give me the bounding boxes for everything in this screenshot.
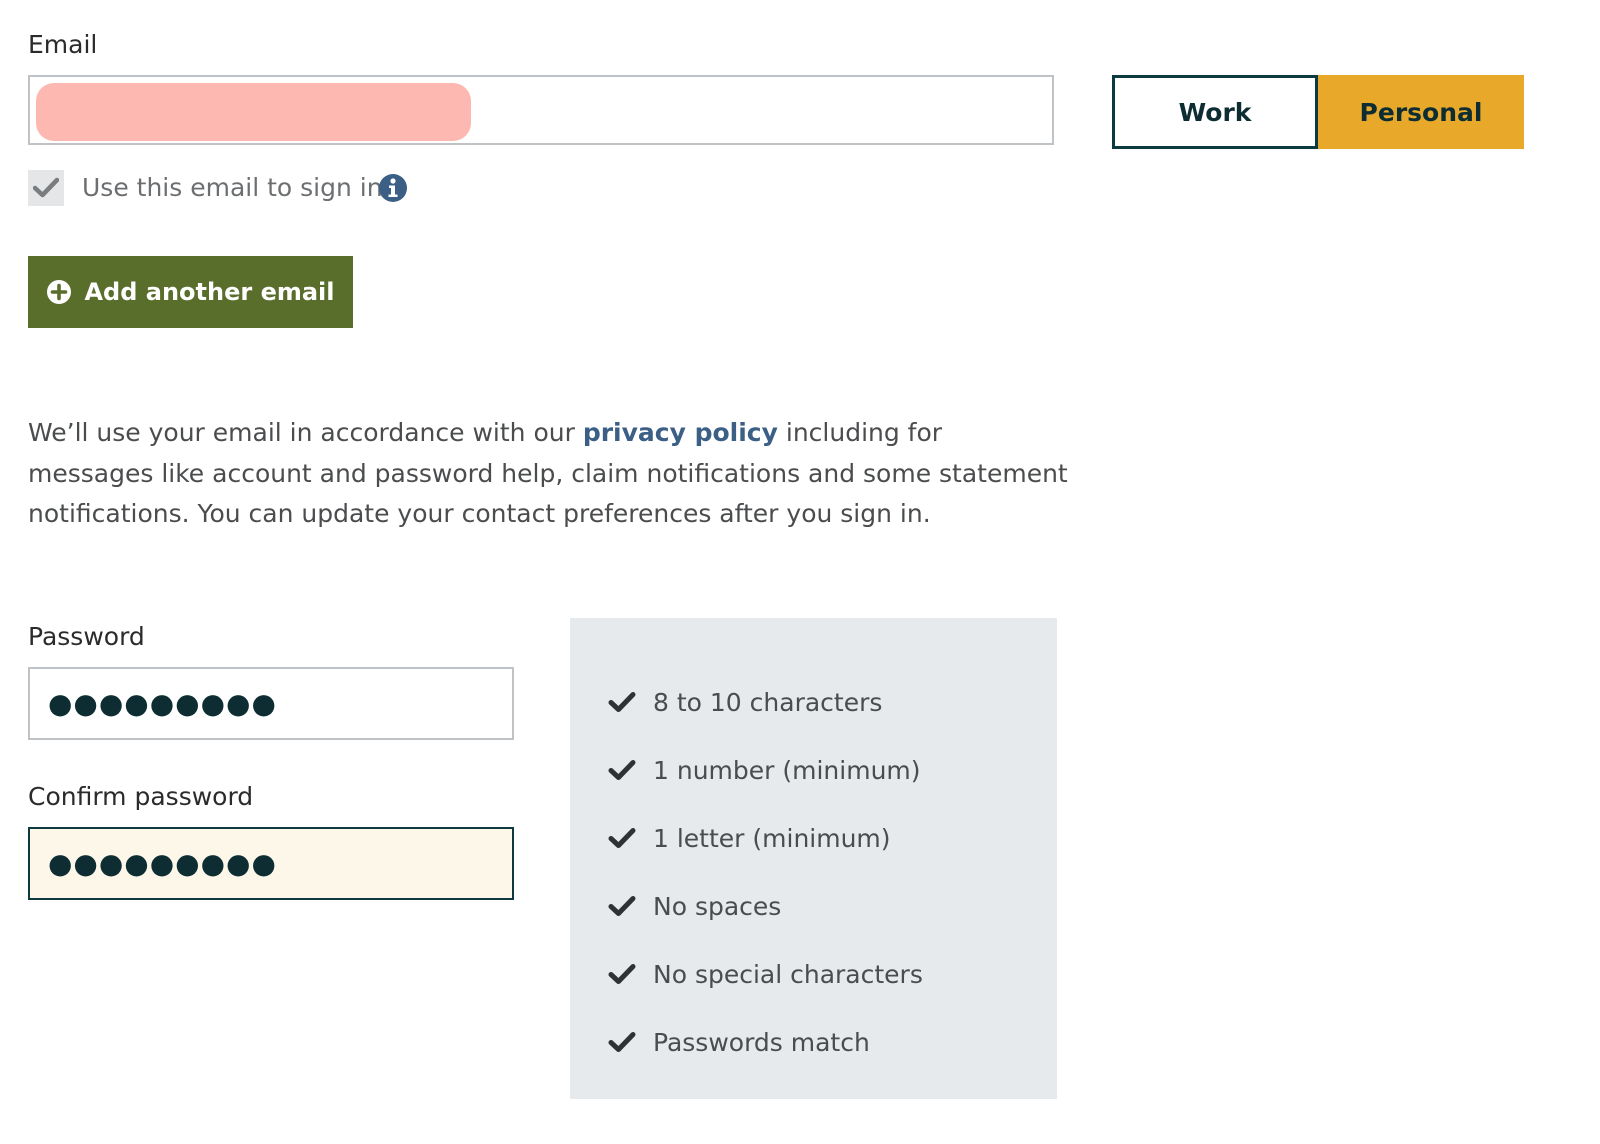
requirement-label: No spaces bbox=[653, 891, 782, 921]
email-type-toggle: Work Personal bbox=[1112, 75, 1524, 149]
password-input[interactable]: ●●●●●●●●● bbox=[28, 667, 514, 740]
requirement-label: No special characters bbox=[653, 959, 923, 989]
privacy-notice: We’ll use your email in accordance with … bbox=[28, 413, 1068, 535]
email-type-personal-option[interactable]: Personal bbox=[1318, 75, 1524, 149]
email-label: Email bbox=[28, 30, 98, 59]
privacy-notice-text-before: We’ll use your email in accordance with … bbox=[28, 418, 583, 447]
password-masked-value: ●●●●●●●●● bbox=[48, 686, 277, 720]
use-email-to-sign-in-checkbox[interactable] bbox=[28, 170, 64, 206]
requirement-item: 8 to 10 characters bbox=[608, 682, 882, 722]
requirement-label: 1 letter (minimum) bbox=[653, 823, 891, 853]
checkmark-icon bbox=[608, 896, 636, 916]
confirm-password-label: Confirm password bbox=[28, 782, 254, 811]
checkmark-icon bbox=[608, 828, 636, 848]
use-email-to-sign-in-label[interactable]: Use this email to sign in bbox=[82, 172, 383, 204]
privacy-policy-link[interactable]: privacy policy bbox=[583, 418, 778, 447]
requirement-item: No spaces bbox=[608, 886, 781, 926]
requirement-item: 1 number (minimum) bbox=[608, 750, 921, 790]
redacted-email-value bbox=[36, 83, 471, 141]
requirement-item: Passwords match bbox=[608, 1022, 870, 1062]
checkmark-icon bbox=[608, 1032, 636, 1052]
password-requirements-panel: 8 to 10 characters 1 number (minimum) 1 … bbox=[570, 618, 1057, 1099]
requirement-label: 1 number (minimum) bbox=[653, 755, 921, 785]
requirement-item: 1 letter (minimum) bbox=[608, 818, 891, 858]
checkmark-icon bbox=[608, 692, 636, 712]
plus-circle-icon bbox=[47, 280, 72, 304]
confirm-password-input[interactable]: ●●●●●●●●● bbox=[28, 827, 514, 900]
email-input[interactable] bbox=[28, 75, 1054, 145]
requirement-label: Passwords match bbox=[653, 1027, 870, 1057]
confirm-password-masked-value: ●●●●●●●●● bbox=[48, 846, 277, 880]
requirement-label: 8 to 10 characters bbox=[653, 687, 883, 717]
checkmark-icon bbox=[608, 964, 636, 984]
requirement-item: No special characters bbox=[608, 954, 923, 994]
password-label: Password bbox=[28, 622, 145, 651]
email-type-work-option[interactable]: Work bbox=[1112, 75, 1318, 149]
add-another-email-label: Add another email bbox=[84, 278, 335, 306]
checkmark-icon bbox=[608, 760, 636, 780]
add-another-email-button[interactable]: Add another email bbox=[28, 256, 353, 328]
info-circle-icon[interactable] bbox=[378, 173, 408, 203]
checkmark-icon bbox=[33, 177, 59, 198]
